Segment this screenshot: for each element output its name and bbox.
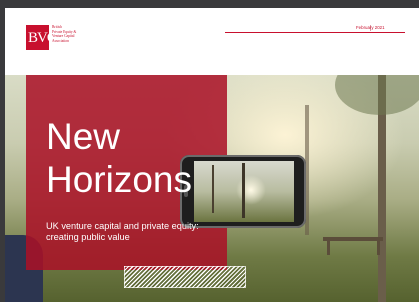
cover-title: New Horizons [46, 115, 192, 201]
cover-subtitle: UK venture capital and private equity: c… [46, 221, 226, 243]
park-bench-leg [377, 241, 380, 255]
logo-organisation-name: British Private Equity & Venture Capital… [52, 25, 96, 43]
phone-screen [194, 161, 294, 222]
hatched-decoration [124, 266, 246, 288]
publication-date: February 2021 [356, 25, 385, 30]
cover-hero-image: New Horizons UK venture capital and priv… [5, 75, 419, 302]
park-bench [323, 237, 383, 241]
smartphone-image [180, 155, 306, 228]
logo-mark: BVCA [28, 30, 67, 46]
tree-foliage [335, 75, 419, 115]
title-line: New [46, 116, 121, 157]
bvca-logo: BVCA British Private Equity & Venture Ca… [26, 25, 96, 65]
tree-trunk [242, 163, 245, 218]
tree-trunk [212, 165, 214, 213]
title-line: Horizons [46, 159, 192, 200]
logo-line: Association [52, 38, 69, 43]
subtitle-line: creating public value [46, 232, 130, 242]
subtitle-line: UK venture capital and private equity: [46, 221, 199, 231]
sun-glow [236, 175, 266, 205]
park-bench-leg [327, 241, 330, 255]
header-rule [225, 32, 405, 33]
report-cover-page: BVCA British Private Equity & Venture Ca… [5, 8, 419, 302]
